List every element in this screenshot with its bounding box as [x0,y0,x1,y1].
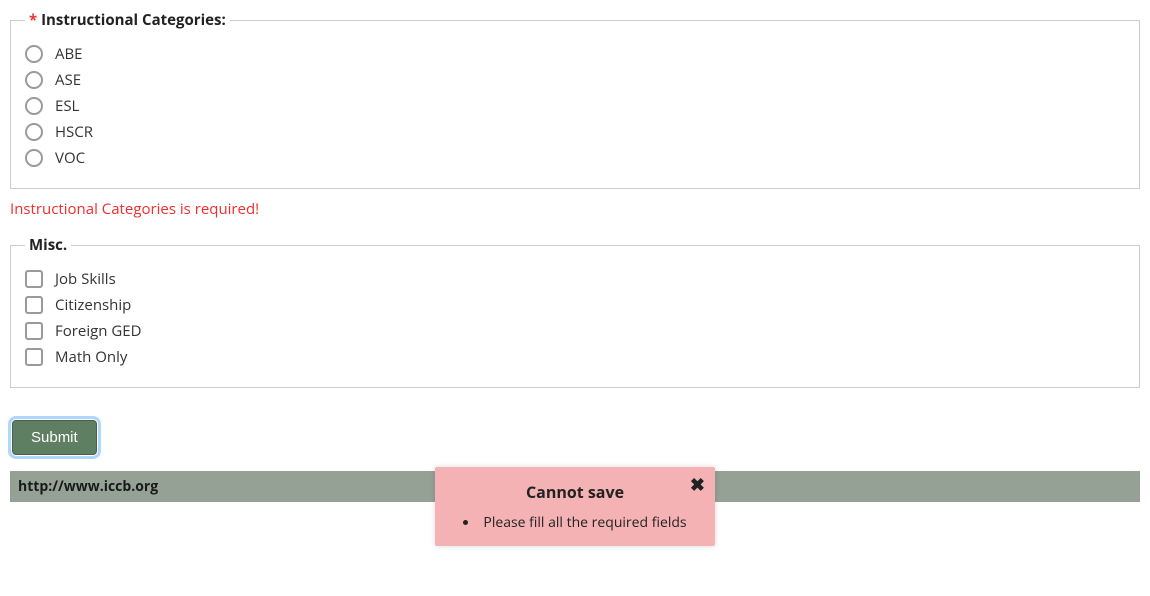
radio-row-abe[interactable]: ABE [25,44,1125,64]
close-icon[interactable]: ✖ [690,473,705,497]
radio-label: ASE [55,70,81,90]
checkbox-label: Citizenship [55,295,131,315]
radio-icon[interactable] [25,45,43,63]
radio-icon[interactable] [25,71,43,89]
checkbox-icon[interactable] [25,270,43,288]
checkbox-row-citizenship[interactable]: Citizenship [25,295,1125,315]
checkbox-row-foreign-ged[interactable]: Foreign GED [25,321,1125,341]
instructional-categories-legend: * Instructional Categories: [25,10,230,30]
instructional-categories-validation-error: Instructional Categories is required! [10,199,1140,219]
radio-row-esl[interactable]: ESL [25,96,1125,116]
checkbox-row-math-only[interactable]: Math Only [25,347,1125,367]
radio-label: HSCR [55,122,93,142]
radio-icon[interactable] [25,149,43,167]
toast-message-list: Please fill all the required fields [455,513,695,532]
radio-label: VOC [55,148,85,168]
toast-message-item: Please fill all the required fields [455,513,695,532]
checkbox-label: Math Only [55,347,127,367]
submit-button[interactable]: Submit [12,420,97,455]
checkbox-icon[interactable] [25,296,43,314]
checkbox-icon[interactable] [25,348,43,366]
checkbox-row-job-skills[interactable]: Job Skills [25,269,1125,289]
toast-title: Cannot save [455,481,695,503]
required-asterisk: * [29,10,37,30]
radio-label: ESL [55,96,79,116]
legend-text: Misc. [29,235,67,255]
radio-row-voc[interactable]: VOC [25,148,1125,168]
error-toast: ✖ Cannot save Please fill all the requir… [435,467,715,546]
checkbox-label: Job Skills [55,269,116,289]
radio-row-ase[interactable]: ASE [25,70,1125,90]
legend-text: Instructional Categories: [41,10,226,30]
misc-legend: Misc. [25,235,71,255]
misc-fieldset: Misc. Job Skills Citizenship Foreign GED… [10,235,1140,388]
radio-icon[interactable] [25,123,43,141]
radio-label: ABE [55,44,83,64]
radio-row-hscr[interactable]: HSCR [25,122,1125,142]
instructional-categories-fieldset: * Instructional Categories: ABE ASE ESL … [10,10,1140,189]
checkbox-icon[interactable] [25,322,43,340]
checkbox-label: Foreign GED [55,321,141,341]
radio-icon[interactable] [25,97,43,115]
